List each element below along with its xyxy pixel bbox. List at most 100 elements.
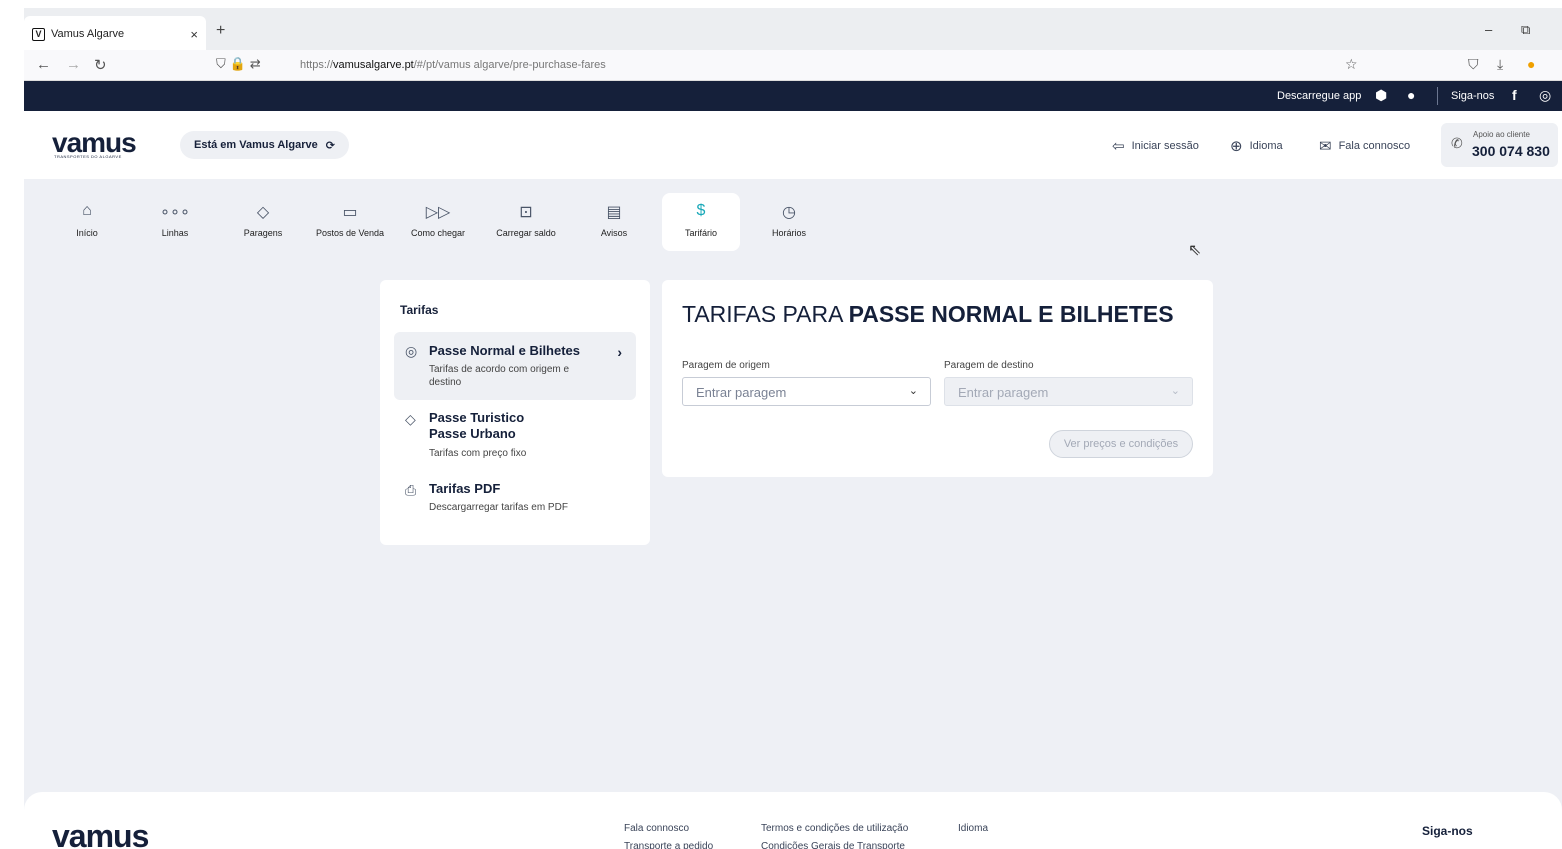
- footer-link-conditions[interactable]: Condições Gerais de Transporte: [761, 841, 905, 849]
- fares-form-card: TARIFAS PARA PASSE NORMAL E BILHETES Par…: [662, 280, 1213, 477]
- stop-icon: ◇: [256, 204, 270, 221]
- url-path: /#/pt/vamus algarve/pre-purchase-fares: [413, 59, 606, 71]
- apple-icon[interactable]: ●: [1407, 87, 1415, 103]
- footer-follow-label: Siga-nos: [1422, 824, 1473, 838]
- login-link[interactable]: ⇦ Iniciar sessão: [1112, 137, 1199, 155]
- tag-icon: ◇: [405, 411, 416, 427]
- pocket-icon[interactable]: ⛉: [1468, 56, 1479, 73]
- contact-label: Fala connosco: [1338, 140, 1411, 152]
- menu-item-como-chegar[interactable]: ▷▷ Como chegar: [399, 193, 477, 251]
- language-label: Idioma: [1249, 140, 1283, 152]
- browser-url-bar: ← → ↻ ⛉🔒⇄ https://vamusalgarve.pt/#/pt/v…: [24, 50, 1562, 81]
- facebook-icon[interactable]: f: [1512, 87, 1517, 103]
- directions-icon: ▷▷: [425, 204, 451, 221]
- sidebar-item-title: Tarifas PDF: [429, 481, 501, 496]
- download-icon[interactable]: ⤓: [1497, 56, 1503, 73]
- menu-item-tarifario[interactable]: $ Tarifário: [662, 193, 740, 251]
- origin-placeholder: Entrar paragem: [696, 385, 787, 400]
- alert-icon[interactable]: ●: [1527, 56, 1535, 72]
- title-bold: PASSE NORMAL E BILHETES: [848, 301, 1174, 327]
- reload-icon[interactable]: ↻: [94, 56, 107, 74]
- destination-label: Paragem de destino: [944, 360, 1034, 371]
- footer-link-language[interactable]: Idioma: [958, 823, 988, 834]
- menu-label: Carregar saldo: [496, 228, 556, 238]
- sidebar-item-title: Passe Turistico: [429, 410, 525, 425]
- news-icon: ▤: [606, 204, 622, 221]
- sidebar-item-desc: Tarifas de acordo com origem e destino: [429, 364, 570, 388]
- browser-tab[interactable]: V Vamus Algarve ×: [24, 16, 206, 52]
- sidebar-item-tarifas-pdf[interactable]: ⎙ Tarifas PDF Descargarregar tarifas em …: [394, 479, 636, 519]
- tab-title: Vamus Algarve: [51, 28, 125, 40]
- sidebar-item-passe-normal[interactable]: ◎ Passe Normal e Bilhetes Tarifas de aco…: [394, 332, 636, 400]
- customer-support-box[interactable]: ✆ Apoio ao cliente 300 074 830: [1441, 123, 1558, 167]
- forward-icon[interactable]: →: [66, 56, 81, 73]
- support-label: Apoio ao cliente: [1473, 130, 1530, 139]
- fares-icon: $: [696, 202, 706, 219]
- view-prices-button[interactable]: Ver preços e condições: [1049, 430, 1193, 458]
- security-icons: ⛉🔒⇄: [216, 56, 265, 71]
- card-icon: ▭: [342, 204, 358, 221]
- footer-logo[interactable]: vamus: [52, 818, 149, 849]
- origin-stop-select[interactable]: Entrar paragem ⌄: [682, 377, 931, 406]
- sidebar-item-title: Passe Normal e Bilhetes: [429, 343, 581, 358]
- follow-label: Siga-nos: [1451, 90, 1495, 102]
- url-field[interactable]: https://vamusalgarve.pt/#/pt/vamus algar…: [300, 59, 606, 71]
- main-content: ⌂ Início ∘∘∘ Linhas ◇ Paragens ▭ Postos …: [24, 179, 1562, 849]
- mail-icon: ✉: [1319, 138, 1332, 155]
- switch-region-icon: ⟳: [325, 139, 335, 152]
- chevron-down-icon: ⌄: [908, 385, 918, 397]
- destination-stop-select[interactable]: Entrar paragem ⌄: [944, 377, 1193, 406]
- menu-item-postos-de-venda[interactable]: ▭ Postos de Venda: [311, 193, 389, 251]
- support-number: 300 074 830: [1472, 143, 1550, 159]
- sidebar-item-passe-turistico[interactable]: ◇ Passe Turistico Passe Urbano Tarifas c…: [394, 408, 636, 466]
- vamus-favicon-icon: V: [32, 27, 45, 41]
- title-light: TARIFAS PARA: [682, 301, 849, 327]
- menu-item-horarios[interactable]: ◷ Horários: [750, 193, 828, 251]
- region-label: Está em Vamus Algarve: [194, 139, 318, 151]
- divider: [1437, 87, 1438, 105]
- contact-link[interactable]: ✉ Fala connosco: [1319, 137, 1410, 155]
- menu-label: Início: [76, 228, 98, 238]
- page-title: TARIFAS PARA PASSE NORMAL E BILHETES: [682, 301, 1174, 328]
- menu-item-linhas[interactable]: ∘∘∘ Linhas: [136, 193, 214, 251]
- footer-link-on-demand[interactable]: Transporte a pedido: [624, 841, 713, 849]
- footer-link-contact[interactable]: Fala connosco: [624, 823, 689, 834]
- language-link[interactable]: ⊕ Idioma: [1230, 137, 1283, 155]
- lines-icon: ∘∘∘: [159, 204, 191, 221]
- chevron-right-icon: ›: [617, 344, 622, 360]
- menu-item-paragens[interactable]: ◇ Paragens: [224, 193, 302, 251]
- destination-placeholder: Entrar paragem: [958, 385, 1049, 400]
- region-selector[interactable]: Está em Vamus Algarve ⟳: [180, 131, 349, 159]
- menu-item-carregar-saldo[interactable]: ⊡ Carregar saldo: [487, 193, 565, 251]
- menu-label: Avisos: [600, 228, 628, 238]
- location-pin-icon: ◎: [405, 343, 418, 359]
- sidebar-item-title-2: Passe Urbano: [429, 426, 516, 441]
- browser-tab-bar: V Vamus Algarve × + – ⧉: [24, 8, 1562, 52]
- footer-link-terms[interactable]: Termos e condições de utilização: [761, 823, 908, 834]
- menu-label: Como chegar: [410, 228, 466, 238]
- topup-icon: ⊡: [519, 204, 533, 221]
- clock-icon: ◷: [782, 204, 796, 221]
- instagram-icon[interactable]: ◎: [1539, 87, 1551, 104]
- url-domain: vamusalgarve.pt: [333, 59, 414, 71]
- back-icon[interactable]: ←: [36, 56, 51, 73]
- bookmark-star-icon[interactable]: ☆: [1345, 56, 1358, 73]
- login-icon: ⇦: [1112, 138, 1125, 155]
- new-tab-icon[interactable]: +: [216, 22, 225, 40]
- android-icon[interactable]: ⬢: [1375, 87, 1387, 104]
- menu-label: Paragens: [243, 228, 283, 238]
- menu-label: Postos de Venda: [315, 228, 385, 238]
- home-icon: ⌂: [82, 202, 92, 219]
- restore-icon[interactable]: ⧉: [1521, 22, 1530, 38]
- menu-item-avisos[interactable]: ▤ Avisos: [575, 193, 653, 251]
- menu-item-inicio[interactable]: ⌂ Início: [48, 193, 126, 251]
- site-footer: vamus Fala connosco Termos e condições d…: [24, 792, 1562, 849]
- sidebar-title: Tarifas: [400, 303, 439, 317]
- fares-sidebar: Tarifas ◎ Passe Normal e Bilhetes Tarifa…: [380, 280, 650, 545]
- mouse-cursor-icon: ⇖: [1188, 242, 1202, 259]
- tab-close-icon[interactable]: ×: [190, 27, 198, 42]
- sidebar-item-desc: Descargarregar tarifas em PDF: [429, 502, 568, 513]
- top-utility-bar: Descarregue app ⬢ ● Siga-nos f ◎: [24, 81, 1562, 111]
- minimize-icon[interactable]: –: [1485, 22, 1492, 37]
- download-app-label: Descarregue app: [1277, 90, 1362, 102]
